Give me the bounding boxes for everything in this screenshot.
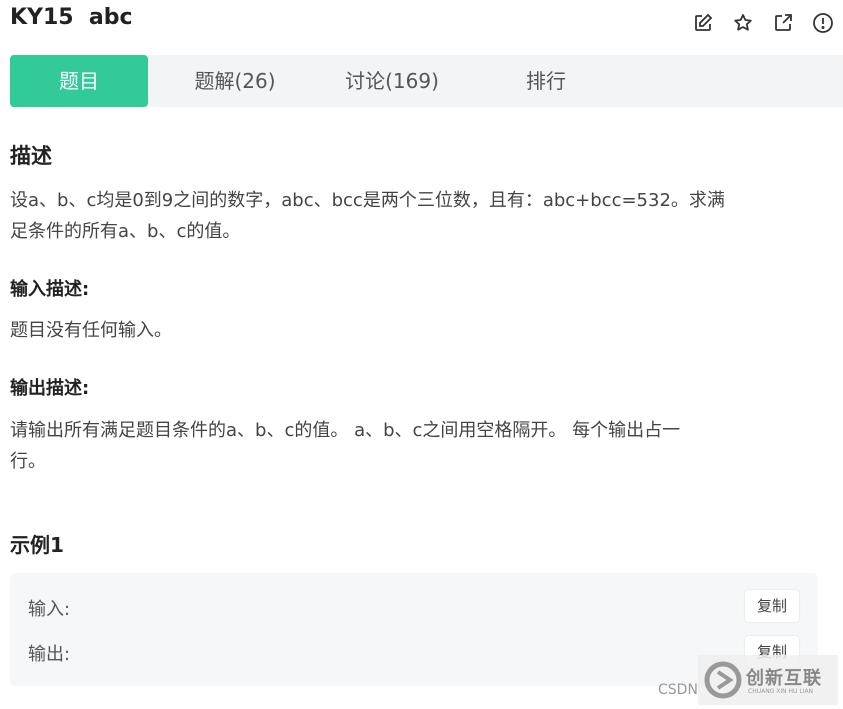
header-actions bbox=[690, 10, 836, 36]
example-output-label: 输出: bbox=[28, 644, 71, 665]
star-icon[interactable] bbox=[730, 10, 756, 36]
output-description-line-1: 请输出所有满足题目条件的a、b、c的值。 a、b、c之间用空格隔开。 每个输出占… bbox=[10, 420, 681, 441]
edit-icon[interactable] bbox=[690, 10, 716, 36]
tab-ranking[interactable]: 排行 bbox=[500, 55, 592, 107]
tab-discussion[interactable]: 讨论(169) bbox=[322, 55, 462, 107]
external-link-icon[interactable] bbox=[770, 10, 796, 36]
report-icon[interactable] bbox=[810, 10, 836, 36]
problem-header: KY15 abc bbox=[0, 0, 843, 50]
brand-subtitle: CHUANG XIN HU LIAN bbox=[748, 688, 814, 695]
output-description-heading: 输出描述: bbox=[10, 378, 90, 399]
example-heading: 示例1 bbox=[10, 533, 64, 557]
csdn-watermark: CSDN bbox=[658, 682, 698, 698]
tab-solutions[interactable]: 题解(26) bbox=[170, 55, 300, 107]
copy-input-button[interactable]: 复制 bbox=[745, 590, 799, 622]
brand-logo: 创新互联 CHUANG XIN HU LIAN bbox=[698, 655, 838, 705]
example-box: 输入: 复制 输出: 复制 bbox=[10, 573, 818, 686]
input-description-heading: 输入描述: bbox=[10, 279, 90, 300]
description-line-2: 足条件的所有a、b、c的值。 bbox=[10, 221, 241, 242]
tab-bar: 题目 题解(26) 讨论(169) 排行 bbox=[10, 55, 843, 107]
brand-name: 创新互联 bbox=[746, 668, 822, 689]
output-description-line-2: 行。 bbox=[10, 451, 46, 472]
example-input-label: 输入: bbox=[28, 599, 71, 620]
description-line-1: 设a、b、c均是0到9之间的数字，abc、bcc是两个三位数，且有：abc+bc… bbox=[10, 190, 725, 211]
page-title: KY15 abc bbox=[10, 5, 133, 30]
tab-problem[interactable]: 题目 bbox=[10, 55, 148, 107]
input-description-text: 题目没有任何输入。 bbox=[10, 320, 172, 341]
description-heading: 描述 bbox=[10, 144, 52, 168]
